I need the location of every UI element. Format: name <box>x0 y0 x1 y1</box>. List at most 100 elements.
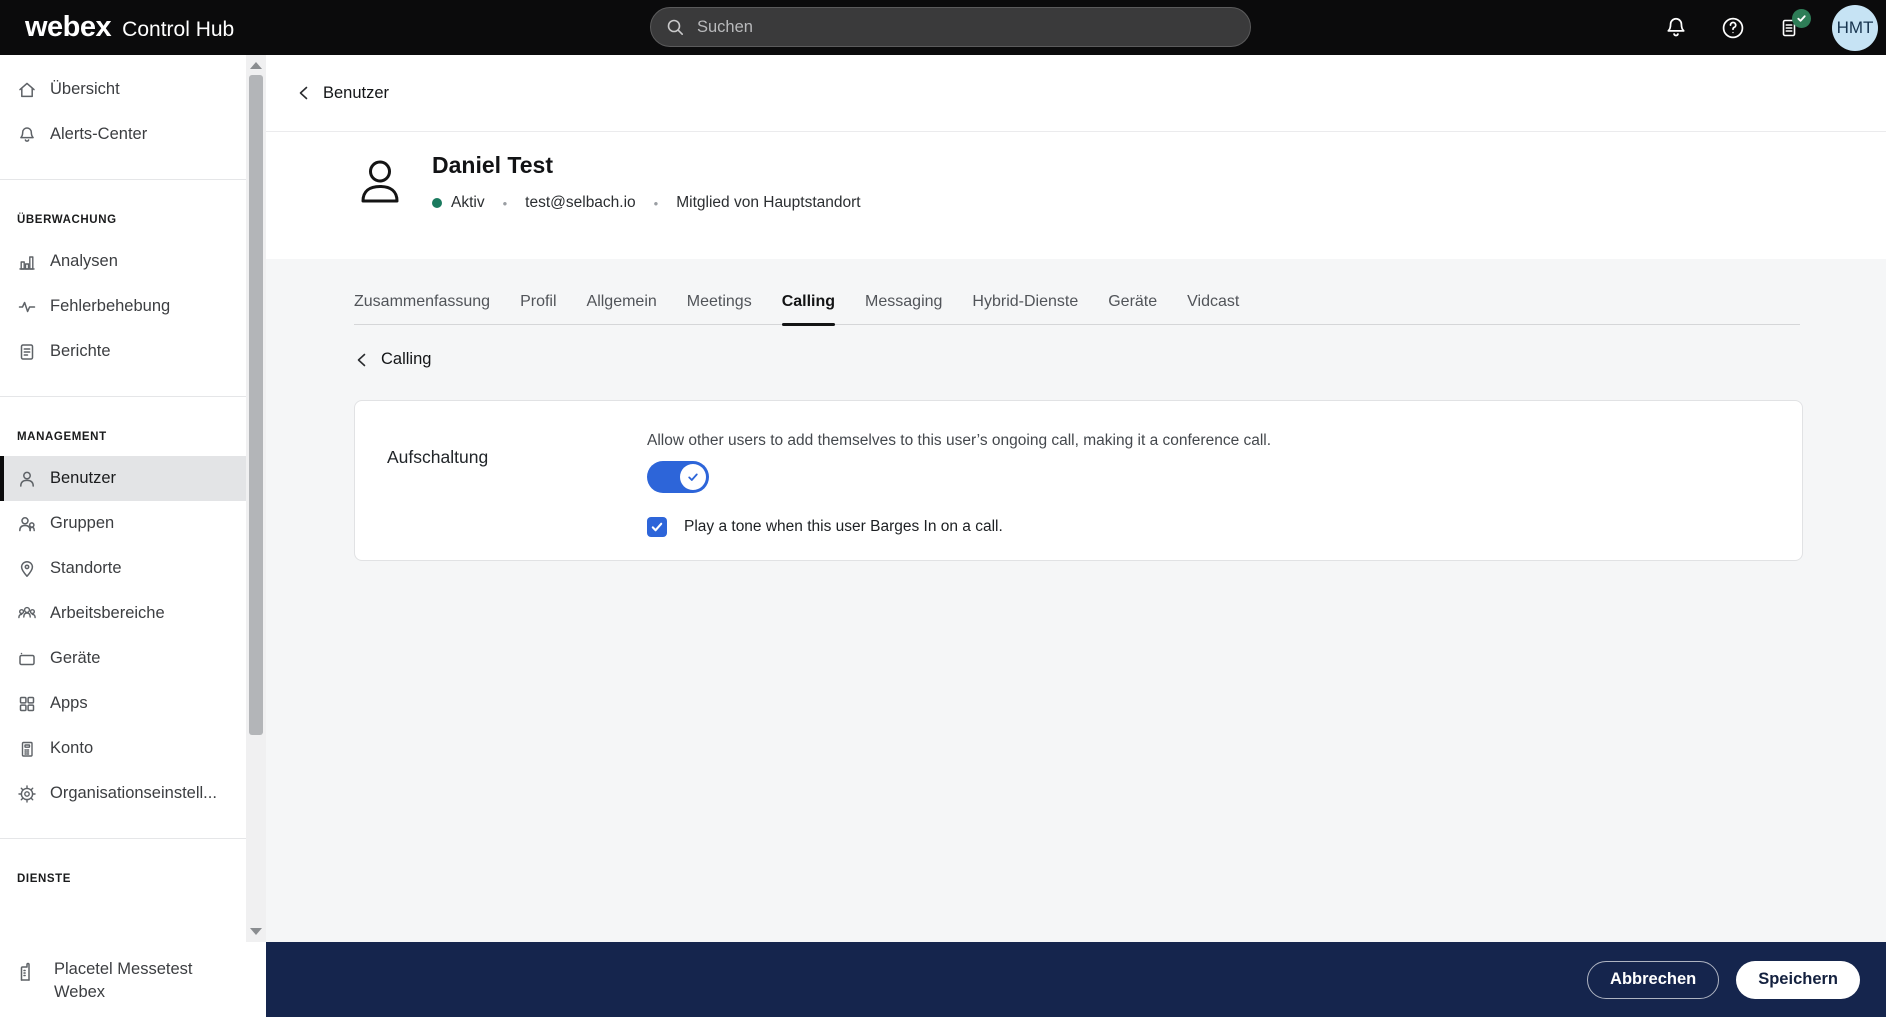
sidebar-item-berichte[interactable]: Berichte <box>0 329 246 374</box>
setting-description: Allow other users to add themselves to t… <box>647 432 1271 450</box>
pulse-icon <box>17 297 37 317</box>
tab-content-area: Zusammenfassung Profil Allgemein Meeting… <box>266 259 1886 942</box>
user-email: test@selbach.io <box>525 194 636 212</box>
tone-checkbox-label: Play a tone when this user Barges In on … <box>684 518 1003 536</box>
status-check-badge <box>1792 9 1811 28</box>
sidebar-item-standorte[interactable]: Standorte <box>0 546 246 591</box>
tab-calling[interactable]: Calling <box>782 293 835 324</box>
user-profile-avatar-icon <box>354 156 406 208</box>
sidebar-item-label: Übersicht <box>50 80 120 99</box>
back-chevron-icon[interactable] <box>296 85 312 101</box>
breadcrumb-benutzer-link[interactable]: Benutzer <box>323 84 389 103</box>
sidebar-item-placetel-messetest-webex[interactable]: Placetel Messetest Webex <box>0 948 266 1017</box>
sidebar-item-geraete[interactable]: Geräte <box>0 636 246 681</box>
sidebar-item-label: Standorte <box>50 559 122 578</box>
user-membership: Mitglied von Hauptstandort <box>676 194 860 212</box>
tone-checkbox-row: Play a tone when this user Barges In on … <box>647 517 1271 537</box>
location-pin-icon <box>17 559 37 579</box>
sidebar-item-label: Fehlerbehebung <box>50 297 170 316</box>
sidebar-divider <box>0 179 246 180</box>
barge-in-toggle[interactable] <box>647 461 709 493</box>
sidebar-item-apps[interactable]: Apps <box>0 681 246 726</box>
scrollbar-down-arrow-icon[interactable] <box>250 928 262 935</box>
setting-label: Aufschaltung <box>387 447 488 468</box>
save-button[interactable]: Speichern <box>1736 961 1860 999</box>
sidebar-item-uebersicht[interactable]: Übersicht <box>0 67 246 112</box>
calling-sub-breadcrumb: Calling <box>354 350 1886 369</box>
sidebar-item-fehlerbehebung[interactable]: Fehlerbehebung <box>0 284 246 329</box>
tab-messaging[interactable]: Messaging <box>865 293 942 324</box>
user-detail-tabs: Zusammenfassung Profil Allgemein Meeting… <box>354 293 1800 325</box>
sidebar-item-arbeitsbereiche[interactable]: Arbeitsbereiche <box>0 591 246 636</box>
gear-icon <box>17 784 37 804</box>
device-icon <box>17 649 37 669</box>
calling-back-link[interactable]: Calling <box>381 350 431 369</box>
sidebar-scroll-area: Übersicht Alerts-Center ÜBERWACHUNG <box>0 55 266 948</box>
account-building-icon <box>17 739 37 759</box>
sidebar-item-label: Berichte <box>50 342 111 361</box>
sidebar-item-analysen[interactable]: Analysen <box>0 239 246 284</box>
sidebar-item-konto[interactable]: Konto <box>0 726 246 771</box>
sidebar-navigation: Übersicht Alerts-Center ÜBERWACHUNG <box>0 55 266 1017</box>
user-status: Aktiv <box>432 194 485 212</box>
cancel-button[interactable]: Abbrechen <box>1587 961 1719 999</box>
user-status-label: Aktiv <box>451 194 485 212</box>
action-footer-bar: Abbrechen Speichern <box>266 942 1886 1017</box>
building-icon <box>17 960 41 984</box>
sidebar-item-benutzer[interactable]: Benutzer <box>0 456 246 501</box>
back-chevron-icon[interactable] <box>354 352 370 368</box>
apps-grid-icon <box>17 694 37 714</box>
scrollbar-thumb[interactable] <box>249 75 263 735</box>
sidebar-divider <box>0 838 246 839</box>
sidebar-section-management: MANAGEMENT <box>0 431 266 443</box>
sidebar-item-gruppen[interactable]: Gruppen <box>0 501 246 546</box>
tab-allgemein[interactable]: Allgemein <box>587 293 657 324</box>
logo-webex: webex <box>25 11 111 44</box>
aufschaltung-settings-card: Aufschaltung Allow other users to add th… <box>354 400 1803 561</box>
tab-hybrid-dienste[interactable]: Hybrid-Dienste <box>972 293 1078 324</box>
notifications-bell-icon[interactable] <box>1663 15 1689 41</box>
global-search[interactable] <box>650 7 1251 47</box>
sidebar-item-label: Apps <box>50 694 88 713</box>
sidebar-item-label: Arbeitsbereiche <box>50 604 165 623</box>
sidebar-section-ueberwachung: ÜBERWACHUNG <box>0 214 266 226</box>
users-icon <box>17 514 37 534</box>
tab-zusammenfassung[interactable]: Zusammenfassung <box>354 293 490 324</box>
tab-geraete[interactable]: Geräte <box>1108 293 1157 324</box>
sidebar-item-alerts-center[interactable]: Alerts-Center <box>0 112 246 157</box>
page-title-user-name: Daniel Test <box>432 152 553 179</box>
top-header-bar: webex Control Hub <box>0 0 1886 55</box>
main-content: Benutzer Daniel Test Aktiv • test@selbac… <box>266 55 1886 1017</box>
user-header: Daniel Test Aktiv • test@selbach.io • Mi… <box>266 132 1886 259</box>
bar-chart-icon <box>17 252 37 272</box>
sidebar-scrollbar[interactable] <box>246 55 266 942</box>
sidebar-item-label: Geräte <box>50 649 100 668</box>
home-icon <box>17 80 37 100</box>
sidebar-item-label: Placetel Messetest Webex <box>54 958 214 1003</box>
help-icon[interactable] <box>1720 15 1746 41</box>
sidebar-item-label: Gruppen <box>50 514 114 533</box>
sidebar-item-label: Konto <box>50 739 93 758</box>
tab-profil[interactable]: Profil <box>520 293 556 324</box>
scrollbar-up-arrow-icon[interactable] <box>250 62 262 69</box>
bell-icon <box>17 125 37 145</box>
sidebar-item-organisationseinstellungen[interactable]: Organisationseinstell... <box>0 771 246 816</box>
status-active-dot-icon <box>432 198 442 208</box>
search-input[interactable] <box>697 18 1236 37</box>
tab-meetings[interactable]: Meetings <box>687 293 752 324</box>
separator-dot: • <box>654 196 659 211</box>
sidebar-item-label: Analysen <box>50 252 118 271</box>
changelog-icon[interactable] <box>1777 16 1801 40</box>
tab-vidcast[interactable]: Vidcast <box>1187 293 1239 324</box>
sidebar-item-label: Alerts-Center <box>50 125 147 144</box>
sidebar-item-label: Organisationseinstell... <box>50 784 217 803</box>
report-icon <box>17 342 37 362</box>
sidebar-divider <box>0 396 246 397</box>
tone-checkbox[interactable] <box>647 517 667 537</box>
user-avatar-menu[interactable]: HMT <box>1832 5 1878 51</box>
sidebar-section-dienste: DIENSTE <box>0 873 266 885</box>
separator-dot: • <box>503 196 508 211</box>
sidebar-item-label: Benutzer <box>50 469 116 488</box>
toggle-knob-check-icon <box>680 464 706 490</box>
search-icon <box>665 17 685 37</box>
